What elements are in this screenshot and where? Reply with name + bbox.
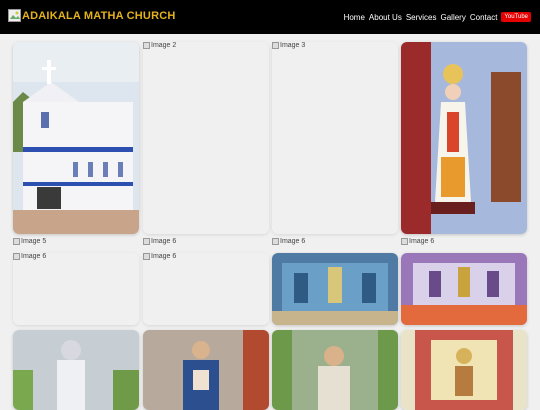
- altar-image: [272, 253, 398, 325]
- nav-contact-link[interactable]: Contact: [470, 13, 498, 22]
- nav-services-link[interactable]: Services: [406, 13, 437, 22]
- nav-about-link[interactable]: About Us: [369, 13, 402, 22]
- gallery-photo-empty-2[interactable]: [143, 42, 269, 234]
- gallery-photo-altar-3[interactable]: [401, 330, 527, 410]
- gallery-photo-altar-2[interactable]: [401, 253, 527, 325]
- nav-home-link[interactable]: Home: [344, 13, 365, 22]
- statue-image: [272, 330, 398, 410]
- youtube-button[interactable]: YouTube: [501, 12, 531, 22]
- altar-decorated-image: [401, 253, 527, 325]
- logo-icon[interactable]: [8, 9, 21, 22]
- gallery-photo-empty-6e[interactable]: [143, 253, 269, 325]
- nav-gallery-link[interactable]: Gallery: [441, 13, 466, 22]
- statue-image: [13, 330, 139, 410]
- broken-image-icon: [401, 238, 408, 245]
- broken-image-6a: Image 6: [143, 238, 269, 245]
- main-nav: Home About Us Services Gallery Contact Y…: [340, 12, 531, 22]
- broken-image-icon: [13, 238, 20, 245]
- gallery-photo-altar-1[interactable]: [272, 253, 398, 325]
- site-title[interactable]: ADAIKALA MATHA CHURCH: [22, 10, 176, 22]
- altar-image: [401, 330, 527, 410]
- broken-image-icon: [272, 238, 279, 245]
- broken-image-5: Image 5: [13, 238, 139, 245]
- statue-image: [401, 42, 527, 234]
- gallery-photo-empty-6d[interactable]: [13, 253, 139, 325]
- broken-image-6b: Image 6: [272, 238, 398, 245]
- gallery-photo-statue-2[interactable]: [13, 330, 139, 410]
- gallery-photo-statue-4[interactable]: [272, 330, 398, 410]
- broken-image-6c: Image 6: [401, 238, 527, 245]
- gallery-photo-church-exterior[interactable]: [13, 42, 139, 234]
- gallery-photo-statue-red[interactable]: [401, 42, 527, 234]
- gallery-photo-empty-3[interactable]: [272, 42, 398, 234]
- broken-image-icon: [143, 238, 150, 245]
- statue-image: [143, 330, 269, 410]
- church-exterior-image: [13, 42, 139, 234]
- top-navigation-bar: ADAIKALA MATHA CHURCH Home About Us Serv…: [0, 0, 540, 34]
- gallery-photo-statue-3[interactable]: [143, 330, 269, 410]
